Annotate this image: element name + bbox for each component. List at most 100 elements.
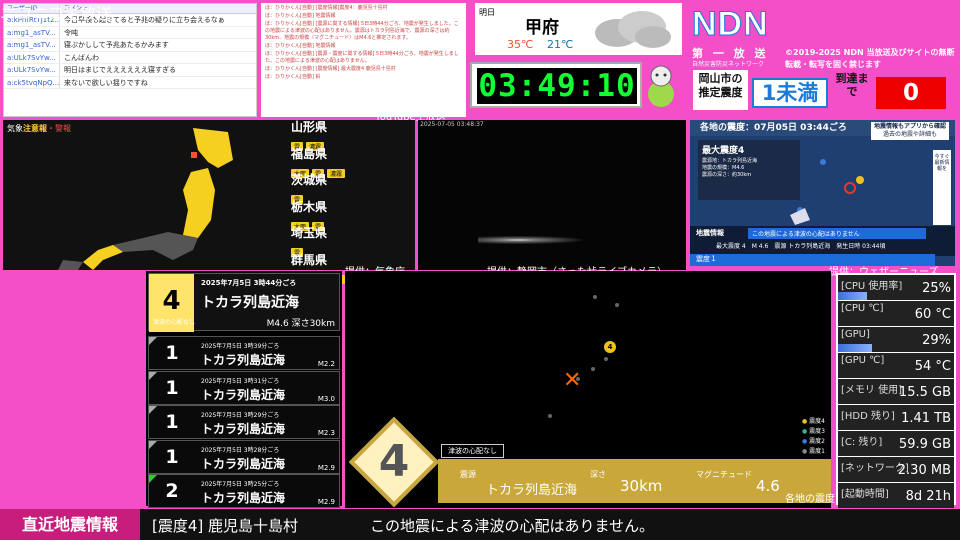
epicenter-x-icon: ✕ xyxy=(563,368,582,393)
footer-intensity-msg: [震度4] 鹿児島十島村 xyxy=(152,517,299,535)
sysmon-row: [GPU ℃] 54 °C xyxy=(838,353,954,378)
sysmon-row: [ネットワーク] 2.30 MB xyxy=(838,457,954,482)
latest-tsunami: 津波の心配なし xyxy=(153,319,196,326)
weathernews-panel: 各地の震度：07月05日 03:44ごろ 地震情報もアプリから確認 過去の地震や詳… xyxy=(690,120,955,266)
arrival-label: 到達まで xyxy=(835,72,869,98)
item-date: 2025年7月5日 3時31分ごろ xyxy=(201,377,280,385)
item-place: トカラ列島近海 xyxy=(201,456,286,471)
legend-item: ● 震度4 xyxy=(802,417,825,427)
magnitude-value: 4.6 xyxy=(756,477,780,495)
comment-text: 来ないで欲しい揺りですね xyxy=(64,78,148,87)
item-magnitude: M2.9 xyxy=(317,498,335,506)
area-intensity-label: 各地の震度 xyxy=(785,494,835,505)
arrival-countdown: 0 xyxy=(876,77,946,109)
item-place: トカラ列島近海 xyxy=(201,387,286,402)
system-monitor: [CPU 使用率] 25% [CPU ℃] 60 °C [GPU] 29% [GPU ℃] 5… xyxy=(836,273,956,508)
yt-chat-line: ほ：ひりかくん[自動] 鈴 xyxy=(265,74,321,80)
prefecture-name: 栃木県 xyxy=(291,199,328,214)
comment-text: こんばんわ xyxy=(64,53,99,62)
item-date: 2025年7月5日 3時25分ごろ xyxy=(201,481,280,488)
prefecture-name: 埼玉県 xyxy=(291,226,328,240)
comment-user: a:ULk7SvYw... xyxy=(4,51,60,63)
sysmon-row: [CPU ℃] 60 °C xyxy=(838,301,954,326)
live-camera-feed: 2025-07-05 03:48:37 xyxy=(418,120,686,270)
camera-timestamp: 2025-07-05 03:48:37 xyxy=(420,121,484,128)
comment-text: 明日はまじでええええええ寝すぎる xyxy=(64,66,176,74)
intensity-4-marker: 4 xyxy=(604,341,616,353)
item-intensity: 2 xyxy=(165,480,179,502)
weather-low: 21℃ xyxy=(547,38,574,51)
weather-high: 35℃ xyxy=(507,38,534,51)
wn-qr-side: 今すぐ最新情報を xyxy=(933,150,951,225)
footer-title: 直近地震情報 xyxy=(0,509,140,540)
estimated-intensity-label: 岡山市の 推定震度 xyxy=(693,70,748,110)
earthquake-list-item[interactable]: 1 2025年7月5日 3時39分ごろトカラ列島近海 M2.2 xyxy=(148,336,340,370)
comment-row: a:mg1_asTV... 寝ぶかしして予兆あたるかみます xyxy=(4,39,256,52)
comment-user: a:ck5tvqNpQ... xyxy=(4,76,60,88)
yt-chat-line: ほ：ひりかくん[自動] [震源に関する情報] 5日3時44分ごろ、地震が発生しま… xyxy=(265,21,459,41)
yt-chat-line: ほ：ひりかくん[自動] 地震情報 xyxy=(265,13,336,19)
sysmon-label: [起動時間] xyxy=(841,489,889,500)
prefecture-list: 山形県雷濃霧福島県大雨雷濃霧茨城県雷栃木県大雨雷埼玉県雷群馬県大雨雷濃霧 xyxy=(288,120,408,284)
city-lights xyxy=(478,230,678,250)
epicenter-value: トカラ列島近海 xyxy=(486,483,578,498)
item-intensity: 1 xyxy=(165,411,179,433)
item-place: トカラ列島近海 xyxy=(201,353,286,367)
ndn-small-text: 自然災害防災ネットワーク xyxy=(692,61,765,68)
sysmon-row: [C: 残り] 59.9 GB xyxy=(838,431,954,456)
tsunami-chip: 津波の心配なし xyxy=(441,444,504,458)
footer-ticker: 直近地震情報 [震度4] 鹿児島十島村 この地震による津波の心配はありません。 xyxy=(0,509,960,540)
sysmon-label: [GPU] xyxy=(841,329,870,340)
sysmon-row: [HDD 残り] 1.41 TB xyxy=(838,405,954,430)
sysmon-row: [CPU 使用率] 25% xyxy=(838,275,954,300)
weather-city: 甲府 xyxy=(525,18,559,38)
yt-chat-line: ほ：ひりかくん[自動] [震度情報] 最大震度4 鹿児島十島村 xyxy=(265,66,396,72)
cloud-icon xyxy=(595,11,671,48)
magnitude-label: マグニチュード xyxy=(696,470,752,479)
legend-label: 震度3 xyxy=(809,428,825,435)
latest-magnitude: M4.6 深さ30km xyxy=(266,319,335,329)
weather-tomorrow: 明日 xyxy=(479,8,495,17)
sysmon-fill-bar xyxy=(838,292,867,300)
item-place: トカラ列島近海 xyxy=(201,491,286,505)
earthquake-list-item[interactable]: 2 2025年7月5日 3時25分ごろトカラ列島近海 M2.9 xyxy=(148,474,340,508)
earthquake-list-item[interactable]: 1 2025年7月5日 3時31分ごろ トカラ列島近海 M3.0 xyxy=(148,370,340,405)
sysmon-label: [CPU ℃] xyxy=(841,303,884,314)
weather-warning-map: 気象注意報・警報 山形県雷濃霧 福島県 大雨雷濃霧 茨城県雷栃木県 大雨雷埼玉県雷群馬県… xyxy=(3,120,415,284)
earthquake-history-list: 4 2025年7月5日 3時44分ごろ トカラ列島近海 津波の心配なし M4.6… xyxy=(146,271,342,508)
latest-place: トカラ列島近海 xyxy=(201,295,299,311)
item-place: トカラ列島近海 xyxy=(201,422,286,436)
comment-user: a:mg1_asTV... xyxy=(4,39,60,51)
sysmon-value: 15.5 GB xyxy=(898,385,951,400)
item-intensity: 1 xyxy=(165,342,179,364)
item-magnitude: M2.3 xyxy=(317,429,335,437)
earthquake-list-item[interactable]: 1 2025年7月5日 3時28分ごろ トカラ列島近海 M2.9 xyxy=(148,439,340,474)
comment-row: a:ULk7SvYw... こんばんわ xyxy=(4,51,256,64)
latest-date: 2025年7月5日 3時44分ごろ xyxy=(201,279,297,287)
prefecture-name: 福島県 xyxy=(291,146,328,161)
sysmon-label: [CPU 使用率] xyxy=(841,281,903,292)
comment-user: a:mg1_asTV... xyxy=(4,26,60,38)
sysmon-label: [メモリ 使用] xyxy=(841,385,902,396)
legend-item: ● 震度1 xyxy=(802,447,825,457)
wn-info-bar: 地震情報 この地震による津波の心配はありません 最大震度 4 M 4.6 震源 … xyxy=(690,226,955,256)
yt-chat-line: ほ：ひりかくん[自動] [震度情報]震度4：鹿児島十島村 xyxy=(265,5,388,11)
comment-user: a:ULk7SvYw... xyxy=(4,64,60,76)
sysmon-fill-bar xyxy=(838,344,872,352)
yt-chat-line: ほ：ひりかくん[自動] 地震情報 xyxy=(265,43,336,49)
item-date: 2025年7月5日 3時28分ごろ xyxy=(201,446,280,454)
quake-info-bar: 震源 トカラ列島近海 深さ 30km マグニチュード 4.6 xyxy=(438,459,831,503)
item-magnitude: M2.2 xyxy=(317,360,335,368)
earthquake-list-item[interactable]: 1 2025年7月5日 3時29分ごろ トカラ列島近海 M2.3 xyxy=(148,405,340,439)
estimated-intensity-value: 1未満 xyxy=(752,78,828,108)
sysmon-value: 54 °C xyxy=(914,359,951,374)
mascot-icon xyxy=(648,65,674,107)
sysmon-label: [GPU ℃] xyxy=(841,355,885,366)
latest-earthquake-card[interactable]: 4 2025年7月5日 3時44分ごろ トカラ列島近海 津波の心配なし M4.6… xyxy=(148,273,340,332)
clock-time: 03:49:10 xyxy=(477,68,637,104)
copyright-notice: ©2019-2025 NDN 当放送及びサイトの無断転載・転写を固く禁じます xyxy=(785,48,955,69)
legend-label: 震度1 xyxy=(809,448,825,455)
sysmon-label: [HDD 残り] xyxy=(841,411,895,422)
comment-row: a:ULk7SvYw... 明日はまじでええええええ寝すぎる xyxy=(4,64,256,77)
item-date: 2025年7月5日 3時39分ごろ xyxy=(201,343,280,350)
